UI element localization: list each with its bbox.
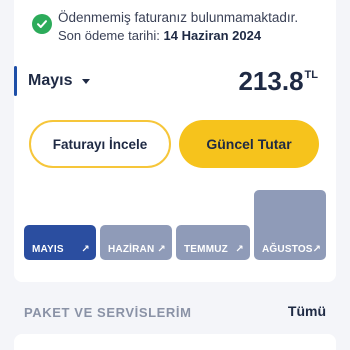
amount-value: 213.8 xyxy=(238,66,304,96)
month-tab-label: AĞUSTOS xyxy=(262,243,313,255)
view-invoice-button[interactable]: Faturayı İncele xyxy=(29,120,171,168)
invoice-amount: 213.8TL xyxy=(238,66,318,97)
month-tab-mayis[interactable]: MAYIS ↗ xyxy=(24,225,96,260)
month-tab-label: HAZİRAN xyxy=(108,243,155,255)
month-tab-label: MAYIS xyxy=(32,243,64,255)
arrow-up-right-icon: ↗ xyxy=(157,243,166,255)
month-tab-temmuz[interactable]: TEMMUZ ↗ xyxy=(176,225,250,260)
due-date-label: Son ödeme tarihi: xyxy=(58,28,160,43)
month-tab-label: TEMMUZ xyxy=(184,243,228,255)
month-selector[interactable]: Mayıs xyxy=(28,72,91,90)
arrow-up-right-icon: ↗ xyxy=(235,243,244,255)
selected-month: Mayıs xyxy=(28,72,73,89)
packages-card xyxy=(14,334,336,350)
current-amount-button[interactable]: Güncel Tutar xyxy=(179,120,319,168)
packages-section-title: PAKET VE SERVİSLERİM xyxy=(24,305,192,320)
due-date-value: 14 Haziran 2024 xyxy=(163,28,262,43)
arrow-up-right-icon: ↗ xyxy=(81,243,90,255)
currency-unit: TL xyxy=(304,69,318,81)
month-tab-haziran[interactable]: HAZİRAN ↗ xyxy=(100,225,172,260)
due-date-text: Son ödeme tarihi: 14 Haziran 2024 xyxy=(58,28,261,43)
notice-text: Ödenmemiş faturanız bulunmamaktadır. xyxy=(58,10,299,25)
check-circle-icon xyxy=(32,14,52,34)
month-tab-agustos[interactable]: AĞUSTOS ↗ xyxy=(254,190,326,260)
arrow-up-right-icon: ↗ xyxy=(312,243,322,255)
payment-status-notice: Ödenmemiş faturanız bulunmamaktadır. Son… xyxy=(22,6,332,46)
see-all-link[interactable]: Tümü xyxy=(288,303,326,319)
month-indicator xyxy=(14,66,17,96)
chevron-down-icon xyxy=(82,78,91,84)
